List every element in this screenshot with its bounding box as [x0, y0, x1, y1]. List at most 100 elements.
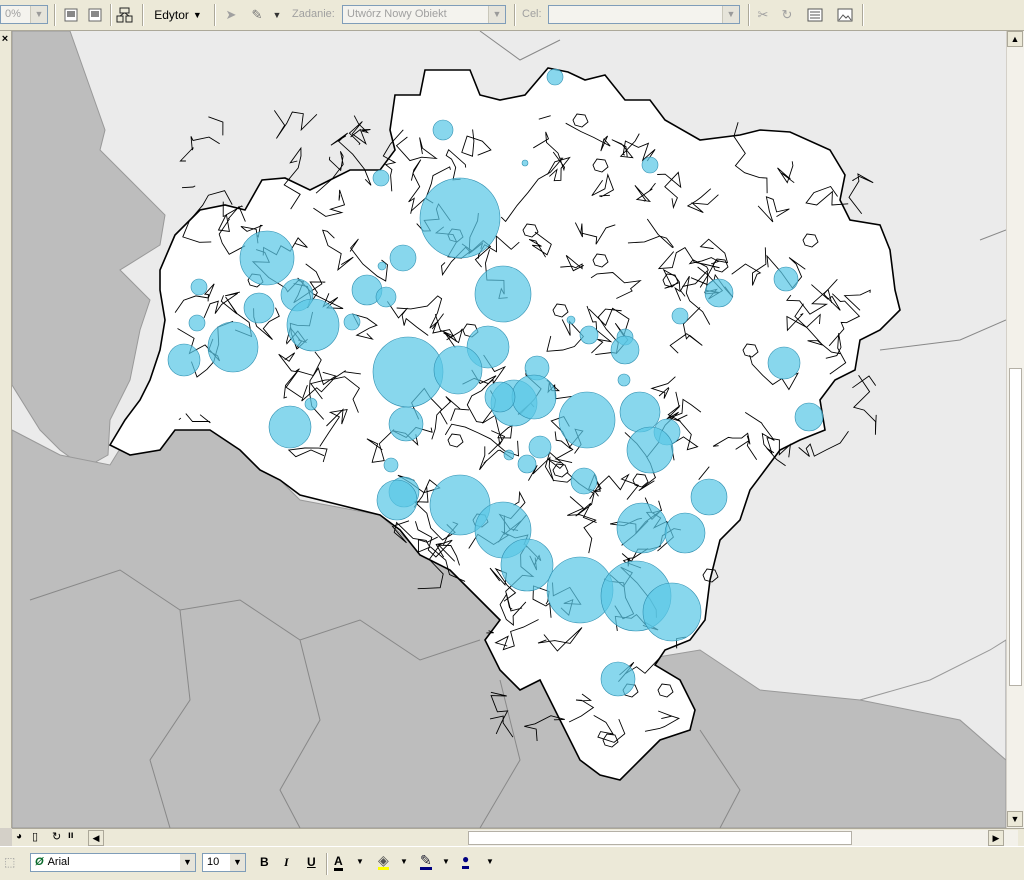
combo-arrow-icon[interactable]: ▼: [488, 6, 505, 23]
font-name-combo[interactable]: Ø Arial ▼: [30, 853, 196, 872]
marker-icon[interactable]: ●: [462, 852, 470, 869]
underline-button[interactable]: U: [307, 855, 316, 869]
value-circle: [375, 286, 397, 308]
refresh-icon[interactable]: ↻: [52, 830, 61, 843]
task-label: Zadanie:: [292, 8, 335, 20]
map-canvas: [12, 31, 1006, 828]
value-circle: [207, 321, 259, 373]
value-circle: [528, 435, 552, 459]
pause-icon[interactable]: ıı: [68, 830, 74, 841]
rotate-icon[interactable]: ↻: [778, 6, 796, 24]
scroll-right-icon[interactable]: ▶: [988, 830, 1004, 846]
vertical-scrollbar[interactable]: ▲ ▼: [1006, 31, 1024, 828]
font-name-value: Arial: [47, 856, 70, 868]
value-circle: [517, 454, 537, 474]
value-circle: [268, 405, 312, 449]
font-type-icon: Ø: [35, 856, 44, 868]
value-circle: [190, 278, 208, 296]
value-circle: [389, 244, 417, 272]
select-elements-icon[interactable]: ⬚: [4, 855, 15, 869]
value-circle: [188, 314, 206, 332]
value-circle: [704, 278, 734, 308]
font-size-value: 10: [207, 856, 220, 868]
network-icon[interactable]: [116, 6, 134, 24]
value-circle: [474, 265, 532, 323]
left-dock-strip: [0, 31, 12, 828]
value-circle: [377, 261, 387, 271]
toolbar-separator: [862, 4, 864, 26]
horizontal-scrollbar[interactable]: [468, 830, 1018, 846]
split-icon[interactable]: ✂: [754, 6, 772, 24]
value-circle: [617, 373, 631, 387]
close-icon[interactable]: ×: [0, 33, 10, 45]
font-size-combo[interactable]: 10 ▼: [202, 853, 246, 872]
value-circle: [767, 346, 801, 380]
layout-icon[interactable]: [62, 6, 80, 24]
line-color-icon[interactable]: ✎: [420, 853, 432, 870]
combo-arrow-icon[interactable]: ▼: [230, 854, 245, 871]
toolbar-separator: [514, 4, 516, 26]
fill-bucket-icon[interactable]: ◈: [378, 853, 389, 870]
value-circle: [773, 266, 799, 292]
value-circle: [566, 315, 576, 325]
image-icon[interactable]: [836, 6, 854, 24]
chevron-down-icon[interactable]: ▼: [268, 6, 286, 24]
value-circle: [433, 345, 483, 395]
value-circle: [664, 512, 706, 554]
value-circle: [619, 391, 661, 433]
combo-arrow-icon[interactable]: ▼: [722, 6, 739, 23]
value-circle: [616, 502, 668, 554]
chevron-down-icon[interactable]: ▼: [486, 857, 494, 866]
value-circle: [432, 119, 454, 141]
page-icon[interactable]: ▯: [32, 830, 38, 843]
value-circle: [372, 169, 390, 187]
attributes-icon[interactable]: [806, 6, 824, 24]
value-circle: [383, 457, 399, 473]
combo-arrow-icon[interactable]: ▼: [180, 854, 195, 871]
value-circle: [641, 156, 659, 174]
select-arrow-icon[interactable]: ➤: [222, 6, 240, 24]
value-circle: [239, 230, 295, 286]
italic-button[interactable]: I: [284, 855, 289, 870]
map-view[interactable]: [12, 31, 1006, 828]
target-combo[interactable]: ▼: [548, 5, 740, 24]
target-label: Cel:: [522, 8, 542, 20]
chevron-down-icon: ▼: [192, 10, 202, 20]
value-circle: [642, 582, 702, 642]
editor-menu-button[interactable]: Edytor ▼: [150, 5, 206, 25]
value-circle: [286, 298, 340, 352]
value-circle: [372, 336, 444, 408]
zoom-value: 0%: [5, 8, 21, 20]
globe-icon[interactable]: ◕: [16, 831, 22, 842]
horizontal-scroll-thumb[interactable]: [468, 831, 852, 845]
value-circle: [558, 391, 616, 449]
toolbar-separator: [748, 4, 750, 26]
zoom-combo[interactable]: 0% ▼: [0, 5, 48, 24]
toolbar-separator: [214, 4, 216, 26]
scroll-up-icon[interactable]: ▲: [1007, 31, 1023, 47]
combo-arrow-icon[interactable]: ▼: [30, 6, 47, 23]
toolbar-separator: [142, 4, 144, 26]
chevron-down-icon[interactable]: ▼: [356, 857, 364, 866]
value-circle: [626, 426, 674, 474]
bold-button[interactable]: B: [260, 855, 269, 869]
grid-icon[interactable]: [86, 6, 104, 24]
scroll-down-icon[interactable]: ▼: [1007, 811, 1023, 827]
vertical-scroll-thumb[interactable]: [1009, 368, 1022, 686]
task-value: Utwórz Nowy Obiekt: [347, 8, 447, 20]
chevron-down-icon[interactable]: ▼: [400, 857, 408, 866]
value-circle: [343, 313, 361, 331]
toolbar-separator: [54, 4, 56, 26]
value-circle: [671, 307, 689, 325]
scroll-left-icon[interactable]: ◀: [88, 830, 104, 846]
value-circle: [376, 479, 418, 521]
task-combo[interactable]: Utwórz Nowy Obiekt ▼: [342, 5, 506, 24]
chevron-down-icon[interactable]: ▼: [442, 857, 450, 866]
value-circle: [500, 538, 554, 592]
value-circle: [484, 381, 516, 413]
pencil-icon[interactable]: ✎: [248, 6, 266, 24]
font-color-button[interactable]: A: [334, 855, 343, 871]
value-circle: [304, 397, 318, 411]
value-circle: [167, 343, 201, 377]
value-circle: [579, 325, 599, 345]
